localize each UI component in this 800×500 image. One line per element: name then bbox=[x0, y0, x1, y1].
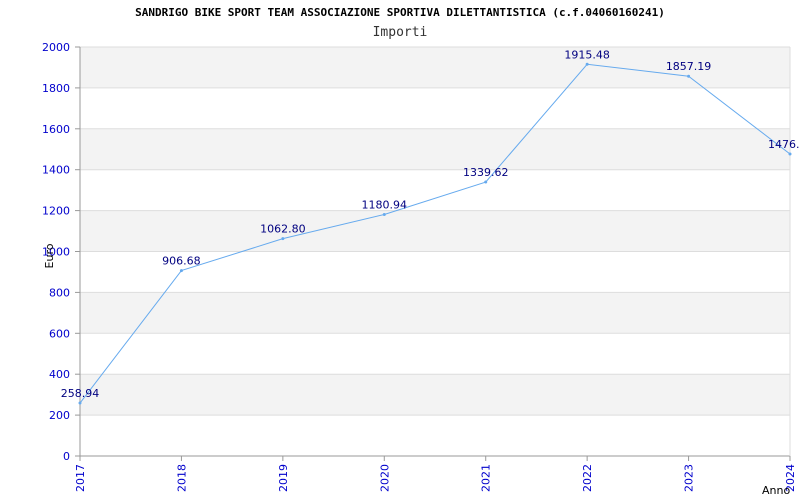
y-tick-label: 800 bbox=[49, 286, 70, 299]
data-label: 1476.7 bbox=[768, 138, 800, 151]
line-chart: 0200400600800100012001400160018002000 20… bbox=[42, 41, 800, 497]
data-point bbox=[585, 62, 589, 66]
data-point bbox=[788, 152, 792, 156]
y-tick-label: 1200 bbox=[42, 205, 70, 218]
x-tick-label: 2017 bbox=[74, 464, 87, 492]
data-point bbox=[687, 74, 691, 78]
x-tick-label: 2023 bbox=[683, 464, 696, 492]
grid-bands bbox=[80, 47, 790, 416]
y-tick-label: 2000 bbox=[42, 41, 70, 54]
data-point bbox=[78, 401, 82, 405]
grid-band bbox=[80, 292, 790, 334]
data-label: 1915.48 bbox=[564, 48, 610, 61]
x-tick-label: 2018 bbox=[175, 464, 188, 492]
data-point bbox=[484, 180, 488, 184]
data-point bbox=[382, 212, 386, 216]
y-tick-label: 0 bbox=[63, 450, 70, 463]
grid-band bbox=[80, 374, 790, 416]
y-tick-label: 400 bbox=[49, 368, 70, 381]
y-tick-label: 600 bbox=[49, 327, 70, 340]
data-point bbox=[179, 269, 183, 273]
y-tick-label: 1600 bbox=[42, 123, 70, 136]
x-axis-label: Anno bbox=[762, 484, 790, 497]
x-tick-label: 2020 bbox=[378, 464, 391, 492]
data-label: 1857.19 bbox=[666, 60, 712, 73]
grid-band bbox=[80, 128, 790, 170]
data-label: 1180.94 bbox=[362, 198, 408, 211]
data-label: 258.94 bbox=[61, 387, 100, 400]
x-tick-label: 2021 bbox=[480, 464, 493, 492]
data-label: 1339.62 bbox=[463, 166, 509, 179]
y-tick-label: 200 bbox=[49, 409, 70, 422]
y-axis-label: Euro bbox=[43, 243, 56, 268]
y-tick-label: 1800 bbox=[42, 82, 70, 95]
x-tick-label: 2022 bbox=[581, 464, 594, 492]
grid-band bbox=[80, 210, 790, 252]
data-label: 1062.80 bbox=[260, 223, 306, 236]
data-point bbox=[281, 237, 285, 241]
data-label: 906.68 bbox=[162, 255, 201, 268]
y-tick-label: 1400 bbox=[42, 164, 70, 177]
x-tick-label: 2019 bbox=[277, 464, 290, 492]
x-tick-labels: 2017 2018 2019 2020 2021 2022 2023 2024 bbox=[74, 456, 797, 492]
